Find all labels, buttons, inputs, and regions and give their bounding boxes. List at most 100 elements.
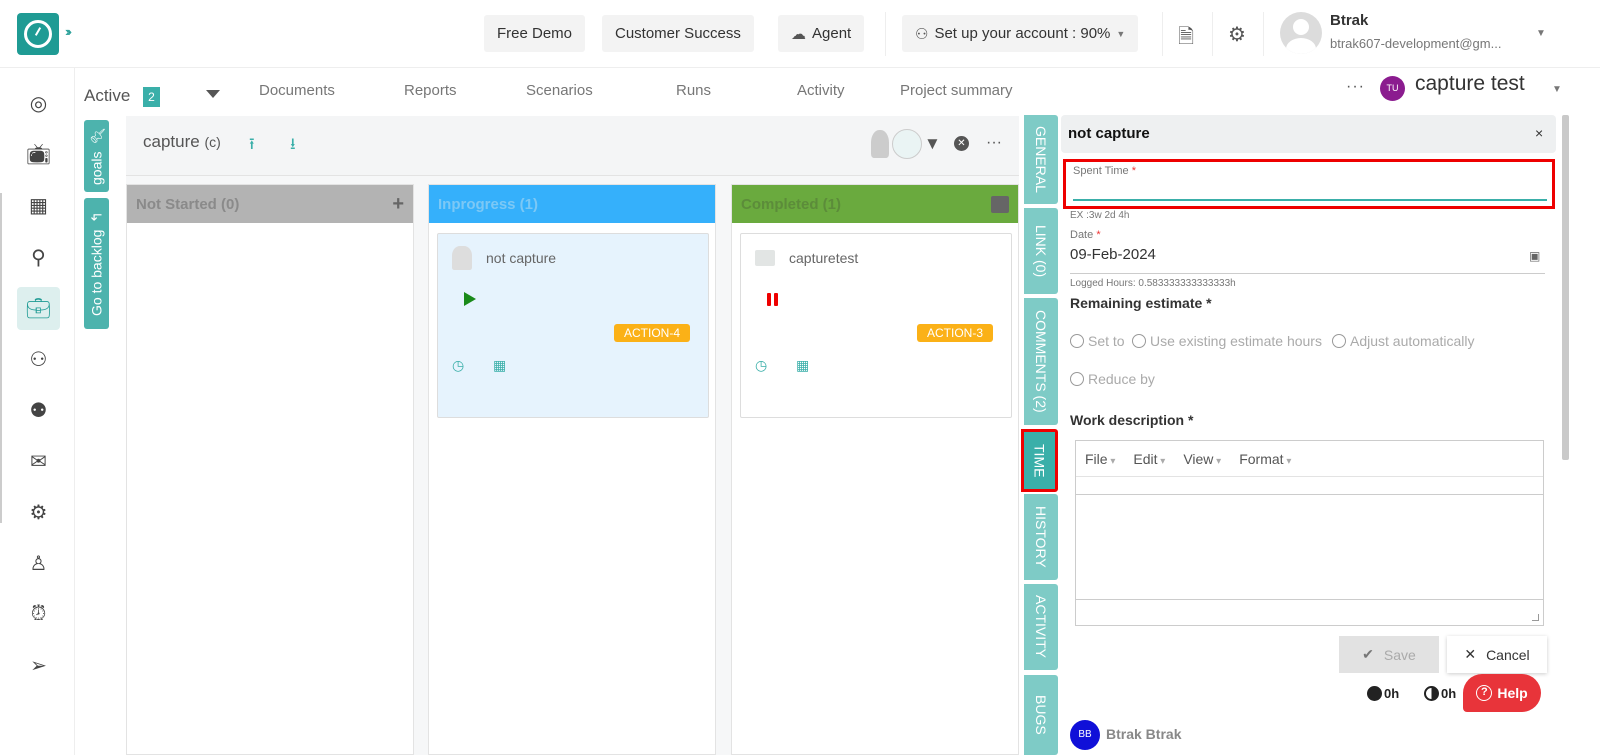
user-menu-chevron-icon[interactable]: ▼ [1536,28,1546,39]
nav-activity[interactable]: Activity [797,82,845,99]
pause-icon[interactable] [767,293,771,306]
profile-icon[interactable]: ♙ [17,542,60,585]
help-button[interactable]: ? Help [1463,674,1541,712]
calendar-edit-icon[interactable]: ▦ [493,357,506,374]
gear-icon[interactable]: ⚙ [1228,22,1246,47]
task-title[interactable]: not capture [486,250,556,266]
date-label: Date * [1070,229,1101,241]
expand-sidebar-icon[interactable]: ››› [65,24,72,39]
clock-icon[interactable]: ◷ [452,357,464,374]
customer-success-button[interactable]: Customer Success [602,15,754,52]
cancel-button[interactable]: ✕ Cancel [1447,636,1547,673]
radio-set-to[interactable]: Set to [1070,333,1125,349]
remaining-estimate-title: Remaining estimate * [1070,295,1212,311]
radio-circle[interactable] [1070,334,1084,348]
tab-general[interactable]: GENERAL [1024,115,1058,204]
nav-scenarios[interactable]: Scenarios [526,82,593,99]
editor-menu-file[interactable]: File [1085,451,1115,467]
nav-reports[interactable]: Reports [404,82,457,99]
teams-icon[interactable]: ⚉ [17,389,60,432]
tab-bugs[interactable]: BUGS [1024,675,1058,755]
divider [1162,12,1163,56]
status-dropdown-caret-icon[interactable] [206,90,220,98]
editor-menu-view[interactable]: View [1183,451,1221,467]
chevron-down-icon: ▼ [1116,28,1126,39]
projects-briefcase-icon[interactable]: 💼︎ [17,287,60,330]
send-icon[interactable]: ➢ [17,644,60,687]
close-icon: ✕ [1464,646,1477,662]
nav-runs[interactable]: Runs [676,82,711,99]
radio-reduce-by[interactable]: Reduce by [1070,371,1155,387]
radio-circle[interactable] [1070,372,1084,386]
editor-menu-edit[interactable]: Edit [1133,451,1165,467]
check-icon: ✔ [1362,646,1374,662]
assignee-avatar[interactable] [892,129,922,159]
tab-time[interactable]: TIME [1021,429,1058,492]
users-icon[interactable]: ⚇ [17,338,60,381]
download-icon[interactable]: ⭳ [290,133,296,160]
editor-menu-format[interactable]: Format [1239,451,1291,467]
close-icon[interactable]: × [1535,125,1543,141]
upload-icon[interactable]: ⭱ [249,133,255,160]
agent-button[interactable]: ☁ Agent [778,15,865,52]
clear-filter-icon[interactable]: ✕ [954,136,969,151]
filter-icon[interactable]: ▼ [924,134,941,154]
comment-user-name: Btrak Btrak [1106,726,1182,742]
tab-link[interactable]: LINK (0) [1024,208,1058,294]
go-to-backlog-tab[interactable]: Go to backlog ↰ [84,198,109,329]
radio-circle[interactable] [1132,334,1146,348]
calendar-icon[interactable]: ▣ [1529,249,1540,263]
nav-documents[interactable]: Documents [259,82,335,99]
task-id-badge: ACTION-3 [916,324,993,342]
status-filter-label[interactable]: Active [84,86,130,106]
tab-activity[interactable]: ACTIVITY [1024,584,1058,670]
time-log-panel: not capture × Spent Time * EX :3w 2d 4h … [1061,115,1561,755]
more-options-icon[interactable]: ··· [1346,78,1365,96]
calendar-icon[interactable]: ▦ [17,184,60,227]
clock-icon [24,20,52,48]
nav-project-summary[interactable]: Project summary [900,82,1013,99]
date-input[interactable]: 09-Feb-2024 [1070,246,1156,263]
dashboard-icon[interactable]: ◎ [17,82,60,125]
radio-use-existing[interactable]: Use existing estimate hours [1132,333,1322,349]
task-card[interactable]: capturetest ACTION-3 ◷ ▦ [740,233,1012,418]
tv-icon[interactable]: 📺︎ [17,133,60,176]
project-chevron-icon[interactable]: ▼ [1552,84,1562,95]
goals-tab[interactable]: goals 📌︎ [84,120,109,192]
assignee-placeholder-icon[interactable] [871,130,889,158]
settings-icon[interactable]: ⚙ [17,491,60,534]
spent-time-field[interactable]: Spent Time * [1063,159,1555,209]
mail-icon[interactable]: ✉ [17,440,60,483]
spent-time-input[interactable] [1073,179,1547,198]
free-demo-button[interactable]: Free Demo [484,15,586,52]
document-icon[interactable]: 🗎 [1178,22,1194,56]
app-logo[interactable] [17,13,59,55]
task-card[interactable]: not capture ACTION-4 ◷ ▦ [437,233,709,418]
add-task-icon[interactable]: + [392,193,404,216]
panel-scrollbar[interactable] [1562,115,1569,460]
task-title[interactable]: capturetest [789,250,858,266]
column-not-started: Not Started (0) + [126,184,414,755]
column-action-icon[interactable] [991,195,1009,213]
work-description-title: Work description * [1070,412,1194,428]
editor-body[interactable] [1076,495,1543,599]
radio-adjust-automatically[interactable]: Adjust automatically [1332,333,1475,349]
tab-comments[interactable]: COMMENTS (2) [1024,298,1058,425]
radio-circle[interactable] [1332,334,1346,348]
project-selector[interactable]: capture test [1415,72,1525,96]
sidebar-scrollbar[interactable] [0,193,2,523]
clock-icon[interactable]: ◷ [755,357,767,374]
save-button[interactable]: ✔ Save [1339,636,1439,673]
column-header: Not Started (0) + [127,185,413,223]
alarm-clock-icon[interactable]: ⏰︎ [17,593,60,636]
play-icon[interactable] [464,292,476,306]
user-icon[interactable]: ⚲ [17,236,60,279]
editor-resize-handle[interactable] [1076,599,1543,625]
spent-time-hint: EX :3w 2d 4h [1070,210,1130,221]
user-avatar[interactable] [1280,12,1322,54]
tab-history[interactable]: HISTORY [1024,494,1058,580]
setup-account-button[interactable]: ⚇ Set up your account : 90% ▼ [902,15,1139,52]
calendar-edit-icon[interactable]: ▦ [796,357,809,374]
board-more-icon[interactable]: ··· [986,134,1002,152]
input-underline [1073,199,1547,201]
